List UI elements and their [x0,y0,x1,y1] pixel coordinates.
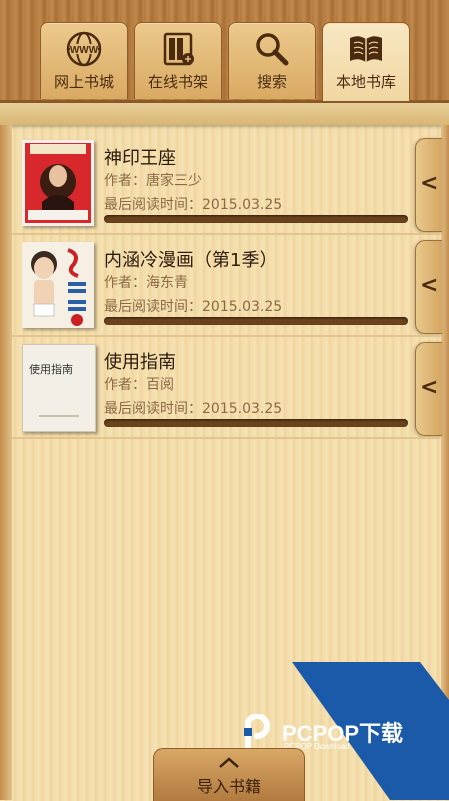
pcpop-logo-icon [244,714,271,748]
watermark: PCPOP下载 PCPOP Download [242,712,442,752]
chevron-up-icon [219,757,239,768]
import-books-button[interactable]: 导入书籍 [153,748,305,801]
import-books-label: 导入书籍 [196,777,261,796]
watermark-blue-corner [292,662,449,800]
